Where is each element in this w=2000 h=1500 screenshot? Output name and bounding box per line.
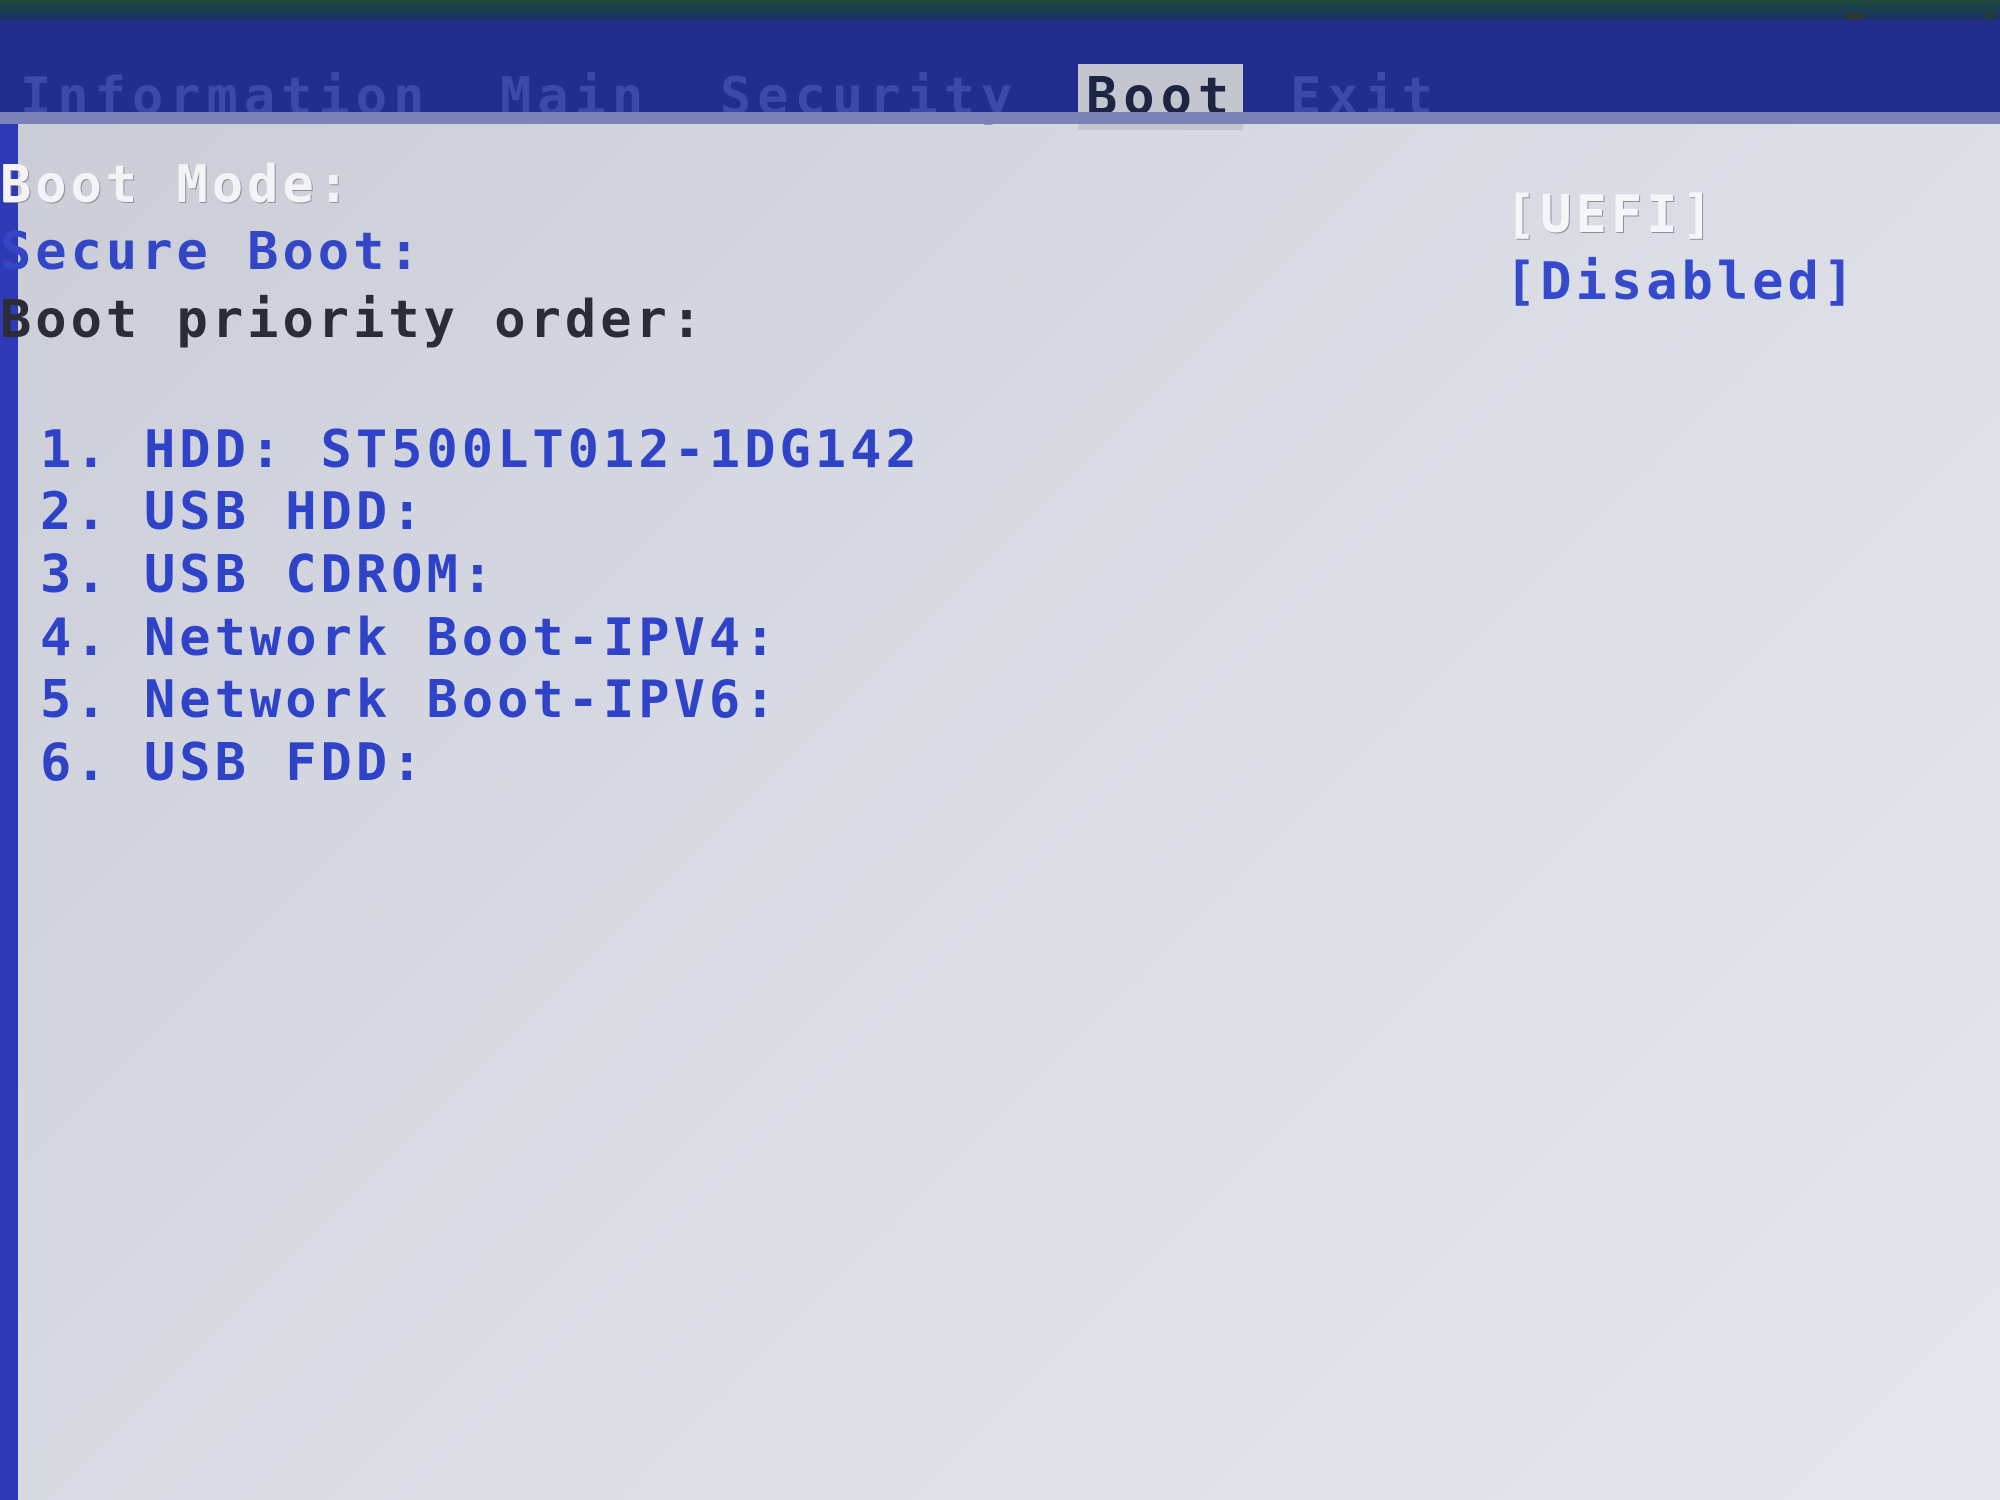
boot-order-item-5[interactable]: 5. Network Boot-IPV6:: [40, 670, 780, 730]
boot-order-item-6[interactable]: 6. USB FDD:: [40, 733, 426, 793]
boot-order-item-3[interactable]: 3. USB CDROM:: [40, 545, 497, 605]
boot-order-item-2[interactable]: 2. USB HDD:: [40, 482, 426, 542]
boot-order-name: HDD: ST500LT012-1DG142: [144, 420, 921, 480]
boot-priority-label: Boot priority order:: [0, 290, 707, 350]
boot-mode-value[interactable]: [UEFI]: [1505, 185, 1717, 245]
boot-order-index: 2.: [40, 482, 111, 542]
boot-order-index: 6.: [40, 733, 111, 793]
boot-order-index: 3.: [40, 545, 111, 605]
boot-order-name: Network Boot-IPV6:: [144, 670, 780, 730]
secure-boot-value[interactable]: [Disabled]: [1505, 252, 1858, 312]
boot-order-index: 5.: [40, 670, 111, 730]
boot-order-name: USB HDD:: [144, 482, 427, 542]
boot-order-index: 1.: [40, 420, 111, 480]
boot-order-name: Network Boot-IPV4:: [144, 608, 780, 668]
top-edge: [0, 0, 2000, 22]
boot-order-item-4[interactable]: 4. Network Boot-IPV4:: [40, 608, 780, 668]
menu-bar: Information Main Security Boot Exit: [0, 20, 2000, 130]
bios-screen: Insyd Information Main Security Boot Exi…: [0, 0, 2000, 1500]
boot-order-name: USB FDD:: [144, 733, 427, 793]
menu-divider: [0, 112, 2000, 124]
secure-boot-label: Secure Boot:: [0, 222, 424, 282]
boot-order-index: 4.: [40, 608, 111, 668]
boot-mode-label: Boot Mode:: [0, 155, 354, 215]
boot-order-name: USB CDROM:: [144, 545, 498, 605]
boot-order-item-1[interactable]: 1. HDD: ST500LT012-1DG142: [40, 420, 921, 480]
